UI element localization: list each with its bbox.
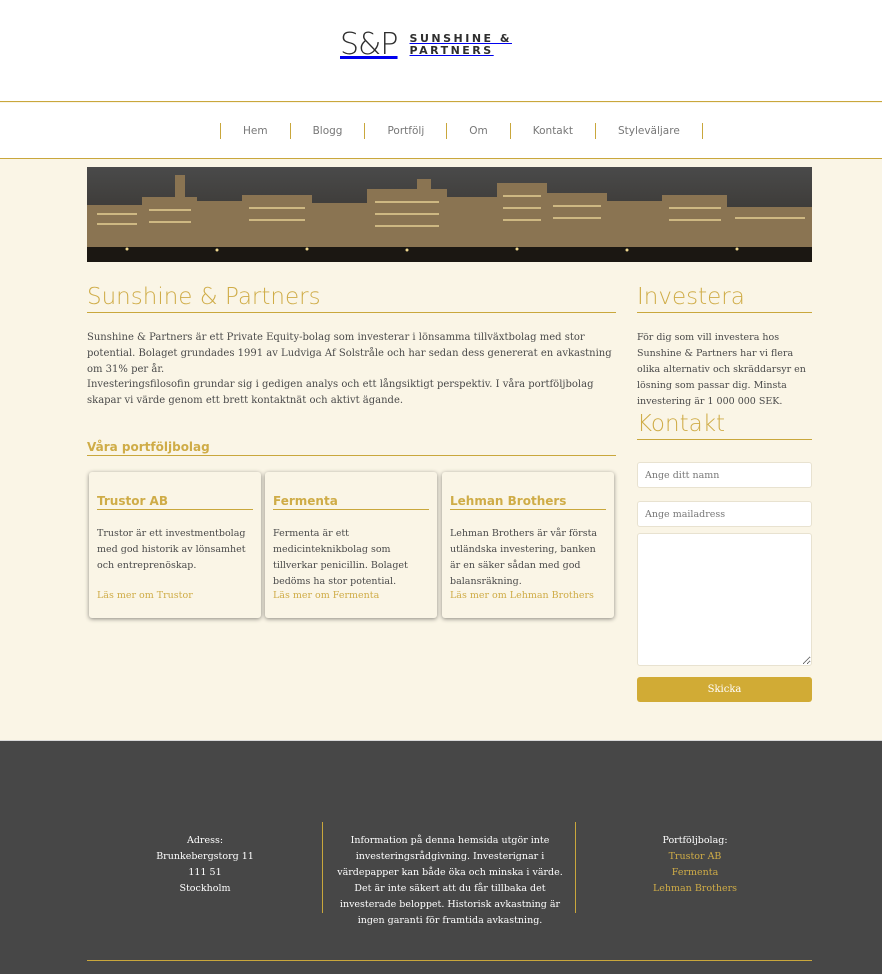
portfolio-card-fermenta: Fermenta Fermenta är ett medicinteknikbo… [265, 472, 437, 618]
footer-divider [575, 822, 576, 913]
portfolio-card-trustor: Trustor AB Trustor är ett investmentbola… [89, 472, 261, 618]
send-button[interactable]: Skicka [637, 677, 812, 702]
logo-wordmark: SUNSHINE & PARTNERS [410, 33, 512, 57]
site-header: S&P SUNSHINE & PARTNERS [0, 0, 882, 102]
portfolio-heading: Våra portföljbolag [87, 440, 616, 456]
card-title: Fermenta [273, 494, 429, 510]
page-title: Sunshine & Partners [87, 284, 616, 313]
nav-item-hem[interactable]: Hem [221, 123, 290, 139]
nav-list: Hem Blogg Portfölj Om Kontakt Stylevälja… [220, 123, 703, 139]
footer-address: Adress: Brunkebergstorg 11 111 51 Stockh… [140, 833, 270, 897]
invest-paragraph: För dig som vill investera hos Sunshine … [637, 332, 806, 407]
logo-link[interactable]: S&P SUNSHINE & PARTNERS [340, 28, 512, 62]
read-more-lehman-link[interactable]: Läs mer om Lehman Brothers [450, 590, 594, 601]
skyline-illustration [87, 167, 812, 262]
site-footer: Adress: Brunkebergstorg 11 111 51 Stockh… [0, 740, 882, 974]
footer-link-trustor[interactable]: Trustor AB [625, 849, 765, 865]
logo-line-2: PARTNERS [409, 44, 494, 57]
footer-divider [322, 822, 323, 913]
address-street: Brunkebergstorg 11 [156, 851, 254, 862]
address-label: Adress: [186, 835, 224, 846]
nav-item-kontakt[interactable]: Kontakt [511, 123, 595, 139]
contact-heading: Kontakt [637, 411, 812, 440]
name-field[interactable] [637, 462, 812, 488]
card-text: Trustor är ett investmentbolag med god h… [97, 528, 246, 571]
footer-rule [87, 960, 812, 961]
footer-portfolio: Portföljbolag: Trustor AB Fermenta Lehma… [625, 833, 765, 897]
main-nav: Hem Blogg Portfölj Om Kontakt Stylevälja… [0, 103, 882, 159]
nav-item-blogg[interactable]: Blogg [291, 123, 365, 139]
philosophy-paragraph: Investeringsfilosofin grundar sig i gedi… [87, 379, 594, 406]
email-field[interactable] [637, 501, 812, 527]
invest-heading: Investera [637, 284, 812, 313]
nav-item-stylevaljare[interactable]: Styleväljare [596, 123, 702, 139]
card-text: Fermenta är ett medicinteknikbolag som t… [273, 528, 408, 587]
card-title: Trustor AB [97, 494, 253, 510]
card-text: Lehman Brothers är vår första utländska … [450, 528, 598, 587]
footer-disclaimer: Information på denna hemsida utgör inte … [337, 835, 563, 926]
nav-item-om[interactable]: Om [447, 123, 510, 139]
intro-paragraph: Sunshine & Partners är ett Private Equit… [87, 332, 612, 375]
read-more-trustor-link[interactable]: Läs mer om Trustor [97, 590, 193, 601]
address-zip: 111 51 [188, 867, 222, 878]
footer-link-fermenta[interactable]: Fermenta [625, 865, 765, 881]
nav-divider [701, 123, 703, 139]
logo-mark: S&P [340, 27, 399, 62]
address-city: Stockholm [179, 883, 231, 894]
footer-link-lehman[interactable]: Lehman Brothers [625, 881, 765, 897]
read-more-fermenta-link[interactable]: Läs mer om Fermenta [273, 590, 379, 601]
nav-item-portfolj[interactable]: Portfölj [365, 123, 446, 139]
card-title: Lehman Brothers [450, 494, 606, 510]
message-textarea[interactable] [637, 533, 812, 666]
portfolio-card-lehman: Lehman Brothers Lehman Brothers är vår f… [442, 472, 614, 618]
hero-image [87, 167, 812, 262]
portfolio-label: Portföljbolag: [662, 835, 728, 846]
